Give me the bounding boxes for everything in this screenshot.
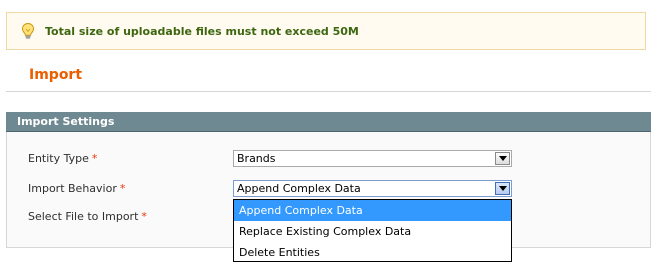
import-behavior-dropdown-list: Append Complex Data Replace Existing Com… <box>233 199 512 262</box>
required-mark: * <box>119 182 126 195</box>
upload-size-notice: Total size of uploadable files must not … <box>6 12 646 50</box>
chevron-down-icon[interactable] <box>495 182 510 195</box>
divider <box>6 91 651 92</box>
page-title: Import <box>29 67 83 83</box>
import-behavior-value: Append Complex Data <box>237 182 361 195</box>
notice-message: Total size of uploadable files must not … <box>45 24 359 38</box>
import-behavior-label-text: Import Behavior <box>28 182 117 195</box>
option-replace-existing-complex-data[interactable]: Replace Existing Complex Data <box>234 221 511 242</box>
option-delete-entities[interactable]: Delete Entities <box>234 242 511 263</box>
lightbulb-icon <box>17 20 39 42</box>
import-behavior-select[interactable]: Append Complex Data <box>233 180 512 197</box>
entity-type-label: Entity Type * <box>28 152 97 165</box>
import-behavior-label: Import Behavior * <box>28 182 125 195</box>
fieldset-header: Import Settings <box>6 112 651 132</box>
select-file-label-text: Select File to Import <box>28 210 139 223</box>
chevron-down-icon[interactable] <box>495 152 510 165</box>
option-append-complex-data[interactable]: Append Complex Data <box>234 200 511 221</box>
entity-type-value: Brands <box>237 152 276 165</box>
required-mark: * <box>91 152 98 165</box>
entity-type-select[interactable]: Brands <box>233 150 512 167</box>
required-mark: * <box>141 210 147 223</box>
select-file-label: Select File to Import * <box>28 210 147 223</box>
entity-type-label-text: Entity Type <box>28 152 89 165</box>
